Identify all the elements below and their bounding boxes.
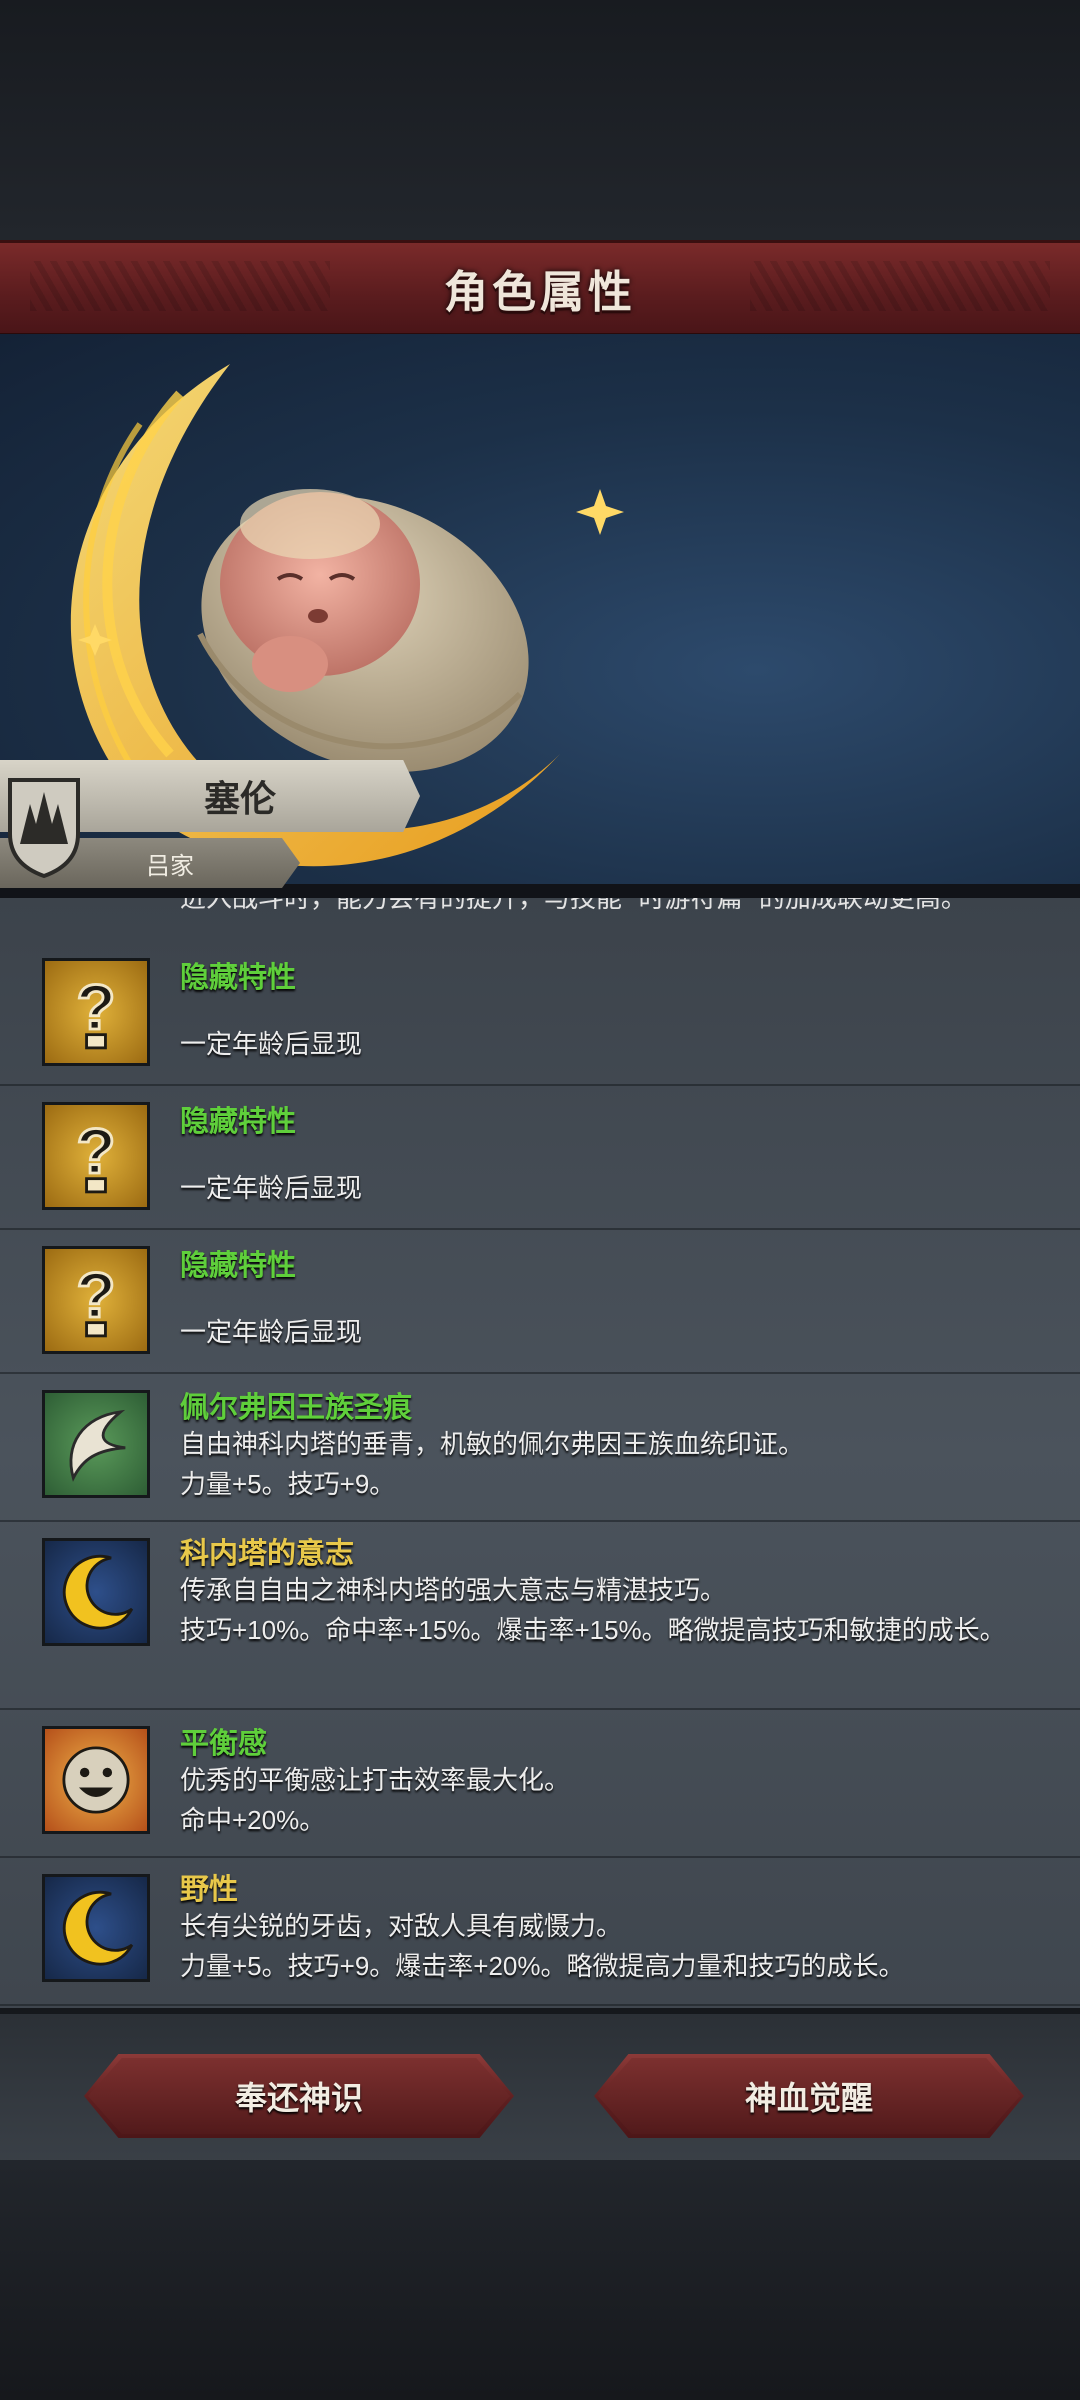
- trait-desc: 传承自自由之神科内塔的强大意志与精湛技巧。 技巧+10%。命中率+15%。爆击率…: [180, 1575, 1006, 1645]
- trait-item[interactable]: ? 隐藏特性 一定年龄后显现: [0, 1086, 1080, 1230]
- trait-item[interactable]: ? 隐藏特性 一定年龄后显现: [0, 1230, 1080, 1374]
- trait-name: 佩尔弗因王族圣痕: [180, 1392, 413, 1424]
- trait-desc: 优秀的平衡感让打击效率最大化。 命中+20%。: [180, 1765, 571, 1835]
- question-mark-icon: ?: [42, 958, 150, 1066]
- divine-blood-awaken-button[interactable]: 神血觉醒: [594, 2054, 1024, 2138]
- crescent-moon-icon: [42, 1874, 150, 1982]
- divine-blood-awaken-label: 神血觉醒: [744, 2080, 873, 2116]
- trait-item[interactable]: ? 隐藏特性 一定年龄后显现: [0, 942, 1080, 1086]
- trait-name: 隐藏特性: [180, 1250, 297, 1282]
- trait-name: 平衡感: [180, 1728, 268, 1760]
- trait-item[interactable]: 科内塔的意志 传承自自由之神科内塔的强大意志与精湛技巧。 技巧+10%。命中率+…: [0, 1522, 1080, 1710]
- trait-desc: 自由神科内塔的垂青，机敏的佩尔弗因王族血统印证。 力量+5。技巧+9。: [180, 1429, 805, 1499]
- character-family: 吕家: [146, 852, 194, 880]
- character-name: 塞伦: [203, 778, 276, 819]
- trait-name: 科内塔的意志: [180, 1538, 355, 1570]
- trait-name: 隐藏特性: [180, 962, 297, 994]
- trait-desc: 一定年龄后显现: [180, 1173, 363, 1203]
- bottom-action-bar: 奉还神识 神血觉醒: [0, 2008, 1080, 2166]
- trait-item[interactable]: 野性 长有尖锐的牙齿，对敌人具有威慑力。 力量+5。技巧+9。爆击率+20%。略…: [0, 1858, 1080, 2006]
- family-crest-icon: [8, 778, 80, 878]
- trait-name: 隐藏特性: [180, 1106, 297, 1138]
- question-mark-icon: ?: [42, 1246, 150, 1354]
- question-mark-icon: ?: [42, 1102, 150, 1210]
- trait-desc: 一定年龄后显现: [180, 1029, 363, 1059]
- top-background: [0, 0, 1080, 240]
- trait-item[interactable]: 佩尔弗因王族圣痕 自由神科内塔的垂青，机敏的佩尔弗因王族血统印证。 力量+5。技…: [0, 1374, 1080, 1522]
- traits-list[interactable]: 进入战斗时，能力会有的提升，与技能 "时游符篇" 的加成联动更高。 ? 隐藏特性…: [0, 898, 1080, 2008]
- return-divine-sense-button[interactable]: 奉还神识: [84, 2054, 514, 2138]
- trait-item[interactable]: 平衡感 优秀的平衡感让打击效率最大化。 命中+20%。: [0, 1710, 1080, 1858]
- smile-face-icon: [42, 1726, 150, 1834]
- trait-name: 野性: [180, 1874, 239, 1906]
- trait-desc: 长有尖锐的牙齿，对敌人具有威慑力。 力量+5。技巧+9。爆击率+20%。略微提高…: [180, 1911, 905, 1981]
- return-divine-sense-label: 奉还神识: [234, 2080, 363, 2116]
- royal-stigma-icon: [42, 1390, 150, 1498]
- crescent-moon-icon: [42, 1538, 150, 1646]
- clipped-trait-text: 进入战斗时，能力会有的提升，与技能 "时游符篇" 的加成联动更高。: [180, 898, 967, 913]
- title-bar: 角色属性: [0, 240, 1080, 337]
- trait-desc: 一定年龄后显现: [180, 1317, 363, 1347]
- svg-text:?: ?: [76, 1115, 115, 1187]
- svg-text:?: ?: [76, 971, 115, 1043]
- page-title: 角色属性: [444, 268, 636, 317]
- svg-text:?: ?: [76, 1259, 115, 1331]
- bottom-background: [0, 2160, 1080, 2400]
